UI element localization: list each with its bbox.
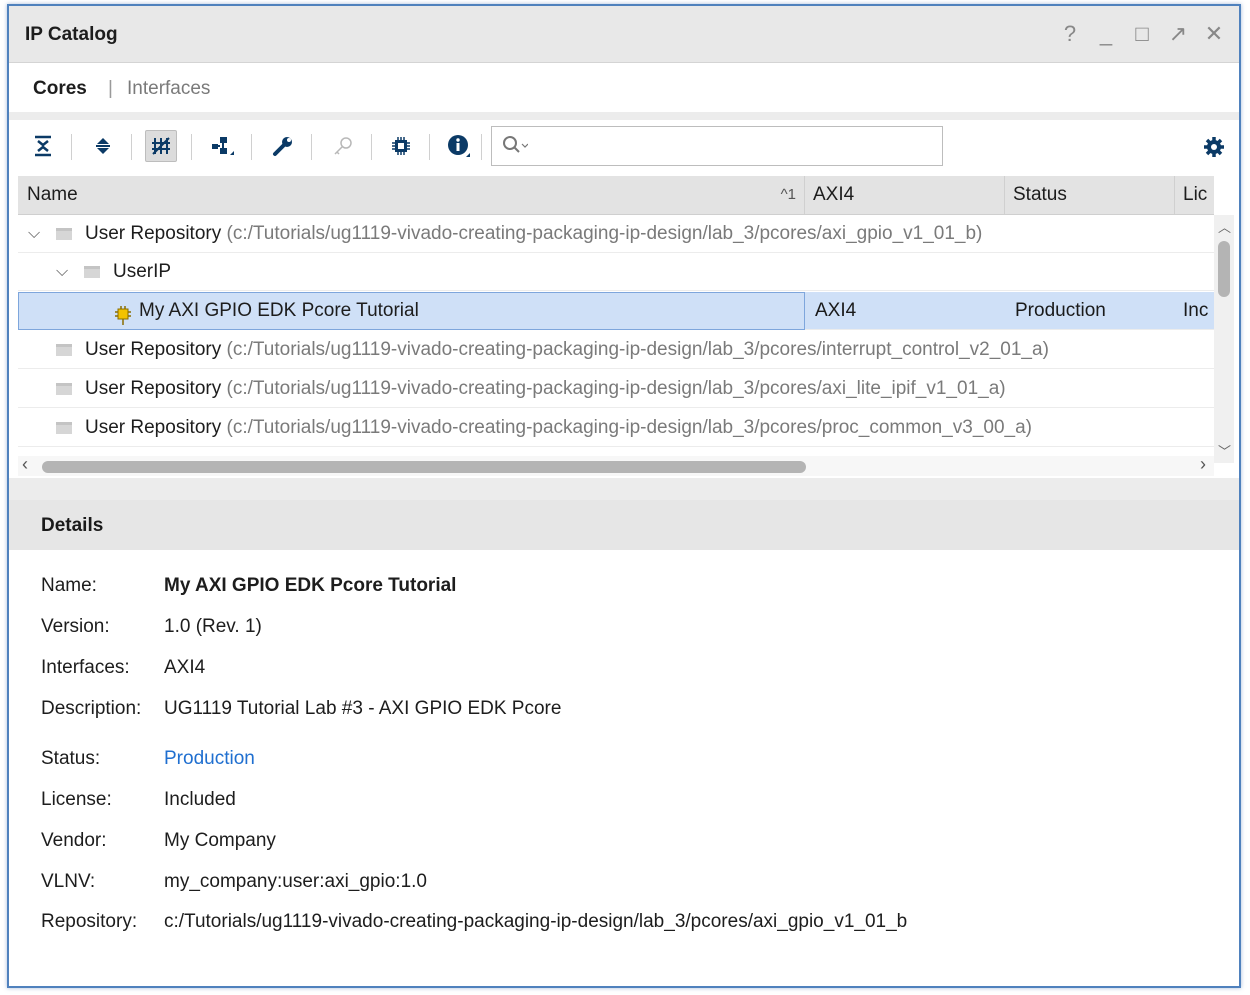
column-axi4-label: AXI4: [813, 184, 855, 205]
search-icon: [502, 135, 529, 163]
ip-core-name: My AXI GPIO EDK Pcore Tutorial: [139, 300, 419, 321]
repository-label: User Repository: [85, 378, 222, 399]
column-header-license[interactable]: Lic: [1175, 176, 1235, 214]
details-header: Details: [9, 500, 1239, 550]
tab-cores[interactable]: Cores: [33, 78, 87, 100]
toolbar-separator: [191, 134, 192, 160]
panel-divider[interactable]: [9, 478, 1239, 500]
detail-interfaces-value: AXI4: [164, 657, 206, 678]
table-row-selected[interactable]: My AXI GPIO EDK Pcore Tutorial AXI4 Prod…: [18, 292, 1214, 330]
column-header-status[interactable]: Status: [1005, 176, 1175, 214]
repository-label: User Repository: [85, 339, 222, 360]
toolbar-separator: [251, 134, 252, 160]
scroll-thumb[interactable]: [1218, 241, 1230, 297]
folder-icon: [84, 266, 100, 278]
tab-bar: Cores | Interfaces: [9, 63, 1239, 113]
hierarchy-icon[interactable]: [207, 130, 239, 162]
toolbar-separator: [311, 134, 312, 160]
table-row[interactable]: User Repository (c:/Tutorials/ug1119-viv…: [18, 409, 1214, 447]
toolbar-separator: [481, 134, 482, 160]
detail-description-value: UG1119 Tutorial Lab #3 - AXI GPIO EDK Pc…: [164, 698, 562, 719]
column-header-axi4[interactable]: AXI4: [805, 176, 1005, 214]
window-title: IP Catalog: [25, 24, 118, 45]
detail-status-link[interactable]: Production: [164, 748, 255, 770]
details-panel: Name: My AXI GPIO EDK Pcore Tutorial Ver…: [9, 551, 1239, 986]
toolbar: [9, 120, 1239, 176]
column-header-name[interactable]: Name ^1: [18, 176, 805, 214]
minimize-icon[interactable]: _: [1095, 22, 1117, 46]
scroll-thumb[interactable]: [42, 461, 806, 473]
table-header: Name ^1 AXI4 Status Lic: [18, 176, 1214, 215]
detail-name-value: My AXI GPIO EDK Pcore Tutorial: [164, 575, 457, 596]
detail-vendor-value: My Company: [164, 830, 276, 851]
table-row[interactable]: ⌵ User Repository (c:/Tutorials/ug1119-v…: [18, 215, 1214, 253]
toolbar-separator: [71, 134, 72, 160]
toolbar-divider: [9, 112, 1239, 120]
scroll-left-icon[interactable]: ‹: [22, 454, 28, 475]
repository-path: (c:/Tutorials/ug1119-vivado-creating-pac…: [226, 339, 1049, 360]
sort-indicator: ^1: [780, 186, 796, 203]
column-name-label: Name: [27, 184, 78, 205]
ip-catalog-window: IP Catalog ? _ □ ↗ ✕ Cores | Interfaces: [7, 4, 1241, 988]
folder-icon: [56, 228, 72, 240]
chevron-down-icon[interactable]: ⌵: [28, 215, 40, 253]
ip-core-status: Production: [1015, 300, 1106, 321]
toolbar-separator: [429, 134, 430, 160]
expand-all-icon[interactable]: [87, 130, 119, 162]
folder-icon: [56, 344, 72, 356]
maximize-icon[interactable]: □: [1131, 22, 1153, 46]
column-license-label: Lic: [1183, 184, 1208, 205]
ip-core-license: Inc: [1183, 300, 1209, 321]
info-icon[interactable]: [443, 130, 475, 162]
ip-core-axi: AXI4: [815, 300, 857, 321]
vertical-scrollbar[interactable]: ︿ ﹀: [1214, 215, 1234, 463]
detail-license-value: Included: [164, 789, 236, 810]
repository-label: User Repository: [85, 417, 222, 438]
group-by-icon[interactable]: [145, 130, 177, 162]
repository-label: User Repository: [85, 223, 222, 244]
chip-icon[interactable]: [385, 130, 417, 162]
tab-interfaces[interactable]: Interfaces: [127, 78, 210, 100]
repository-path: (c:/Tutorials/ug1119-vivado-creating-pac…: [226, 378, 1006, 399]
close-icon[interactable]: ✕: [1203, 22, 1225, 46]
key-icon[interactable]: [327, 130, 359, 162]
detail-vlnv-value: my_company:user:axi_gpio:1.0: [164, 871, 427, 892]
detail-version-value: 1.0 (Rev. 1): [164, 616, 262, 637]
toolbar-separator: [371, 134, 372, 160]
folder-icon: [56, 383, 72, 395]
horizontal-scrollbar[interactable]: ‹ ›: [18, 454, 1214, 476]
window-controls: ? _ □ ↗ ✕: [1059, 22, 1225, 46]
table-row[interactable]: ⌵ UserIP: [18, 253, 1214, 291]
scroll-down-icon[interactable]: ﹀: [1218, 441, 1231, 460]
wrench-icon[interactable]: [267, 130, 299, 162]
ip-tree-table: ⌵ User Repository (c:/Tutorials/ug1119-v…: [18, 215, 1214, 453]
title-bar: IP Catalog ? _ □ ↗ ✕: [9, 6, 1239, 63]
folder-icon: [56, 422, 72, 434]
table-row[interactable]: User Repository (c:/Tutorials/ug1119-viv…: [18, 370, 1214, 408]
float-icon[interactable]: ↗: [1167, 22, 1189, 46]
folder-label: UserIP: [113, 261, 172, 282]
detail-repository-value: c:/Tutorials/ug1119-vivado-creating-pack…: [164, 911, 908, 932]
details-title: Details: [41, 515, 104, 536]
scroll-right-icon[interactable]: ›: [1200, 454, 1206, 475]
help-icon[interactable]: ?: [1059, 22, 1081, 46]
tab-separator: |: [108, 78, 113, 99]
repository-path: (c:/Tutorials/ug1119-vivado-creating-pac…: [226, 223, 983, 244]
column-status-label: Status: [1013, 184, 1067, 205]
toolbar-separator: [131, 134, 132, 160]
gear-icon[interactable]: [1203, 136, 1225, 164]
chevron-down-icon[interactable]: ⌵: [56, 253, 68, 291]
search-input[interactable]: [532, 133, 936, 161]
table-row[interactable]: User Repository (c:/Tutorials/ug1119-viv…: [18, 331, 1214, 369]
scroll-up-icon[interactable]: ︿: [1218, 217, 1231, 236]
collapse-all-icon[interactable]: [27, 130, 59, 162]
repository-path: (c:/Tutorials/ug1119-vivado-creating-pac…: [226, 417, 1032, 438]
search-box: [491, 126, 943, 166]
